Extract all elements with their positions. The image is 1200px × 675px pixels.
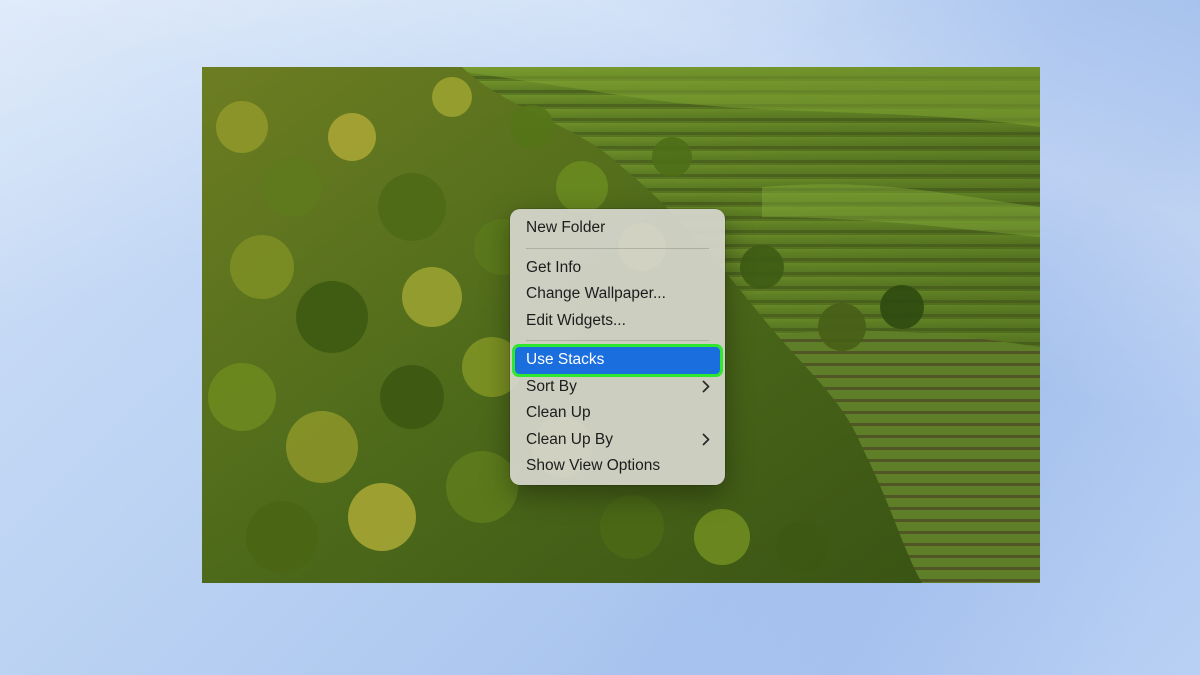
menu-item-clean-up-by[interactable]: Clean Up By bbox=[515, 427, 720, 454]
menu-item-use-stacks[interactable]: Use Stacks bbox=[512, 344, 723, 377]
menu-item-new-folder[interactable]: New Folder bbox=[515, 215, 720, 242]
menu-group-1: New Folder bbox=[515, 215, 720, 242]
menu-item-label: Change Wallpaper... bbox=[526, 285, 666, 302]
menu-item-label: New Folder bbox=[526, 219, 606, 236]
menu-item-label: Clean Up By bbox=[526, 430, 614, 448]
chevron-right-icon bbox=[702, 374, 710, 401]
chevron-right-icon bbox=[702, 427, 710, 454]
menu-item-show-view-options[interactable]: Show View Options bbox=[515, 453, 720, 480]
menu-item-sort-by[interactable]: Sort By bbox=[515, 374, 720, 401]
menu-group-2: Get Info Change Wallpaper... Edit Widget… bbox=[515, 255, 720, 335]
menu-group-3: Use Stacks Sort By Clean Up Clean Up By … bbox=[512, 344, 723, 480]
menu-item-change-wallpaper[interactable]: Change Wallpaper... bbox=[515, 281, 720, 308]
menu-item-clean-up[interactable]: Clean Up bbox=[515, 400, 720, 427]
menu-item-label: Clean Up bbox=[526, 404, 591, 421]
menu-separator bbox=[526, 247, 709, 249]
menu-item-get-info[interactable]: Get Info bbox=[515, 255, 720, 282]
desktop-context-menu: New Folder Get Info Change Wallpaper... … bbox=[510, 209, 725, 485]
menu-item-label: Sort By bbox=[526, 377, 577, 395]
menu-item-label: Get Info bbox=[526, 258, 582, 276]
menu-item-label: Edit Widgets... bbox=[526, 311, 626, 329]
menu-separator bbox=[526, 340, 709, 341]
menu-item-label: Show View Options bbox=[526, 457, 661, 474]
menu-item-label: Use Stacks bbox=[526, 351, 605, 368]
menu-item-edit-widgets[interactable]: Edit Widgets... bbox=[515, 308, 720, 335]
